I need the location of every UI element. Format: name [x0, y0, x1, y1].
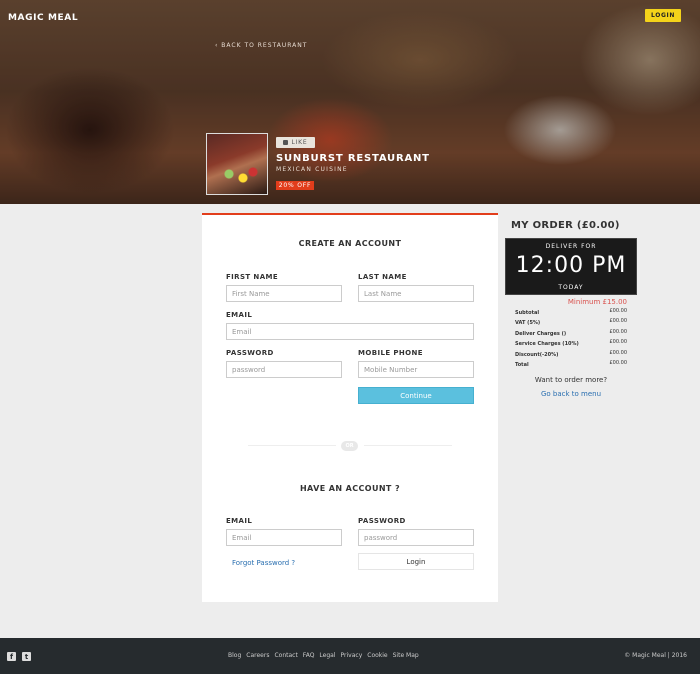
- create-account-title: CREATE AN ACCOUNT: [298, 239, 402, 248]
- totals-value: £00.00: [609, 318, 628, 325]
- password-label: PASSWORD: [226, 349, 274, 357]
- divider-line-left: [248, 445, 336, 446]
- footer-link-careers[interactable]: Careers: [246, 652, 269, 659]
- continue-button[interactable]: Continue: [358, 387, 474, 404]
- totals-row: Deliver Charges () £00.00: [515, 329, 627, 339]
- deliver-for-label: DELIVER FOR: [545, 243, 597, 250]
- first-name-label: FIRST NAME: [226, 273, 279, 281]
- my-order-title: MY ORDER (£0.00): [511, 220, 620, 231]
- login-email-field[interactable]: [226, 529, 342, 546]
- have-account-title: HAVE AN ACCOUNT ?: [299, 484, 401, 493]
- totals-label: Total: [515, 361, 529, 368]
- email-label: EMAIL: [226, 311, 253, 319]
- totals-label: Subtotal: [515, 310, 540, 316]
- twitter-icon[interactable]: t: [22, 652, 31, 661]
- want-more-text: Want to order more?: [534, 376, 608, 384]
- restaurant-name: SUNBURST RESTAURANT: [276, 153, 430, 164]
- totals-row: Discount(-20%) £00.00: [515, 350, 627, 360]
- footer-links: Blog Careers Contact FAQ Legal Privacy C…: [228, 652, 419, 659]
- minimum-order: Minimum £15.00: [567, 298, 627, 306]
- go-back-to-menu-link[interactable]: Go back to menu: [505, 390, 637, 398]
- login-button[interactable]: LOGIN: [645, 9, 681, 22]
- login-email-label: EMAIL: [226, 517, 253, 525]
- restaurant-cuisine: MEXICAN CUISINE: [276, 166, 348, 173]
- totals-label: VAT (5%): [515, 320, 541, 327]
- mobile-phone-field[interactable]: [358, 361, 474, 378]
- or-divider: OR: [341, 441, 358, 451]
- totals-value: £00.00: [609, 328, 628, 335]
- delivery-time-box[interactable]: DELIVER FOR 12:00 PM TODAY: [505, 238, 637, 295]
- hero-banner: [0, 0, 700, 204]
- discount-badge: 20% OFF: [276, 181, 314, 190]
- totals-row: Service Charges (10%) £00.00: [515, 339, 627, 349]
- brand-logo[interactable]: MAGIC MEAL: [8, 13, 78, 23]
- restaurant-image: [206, 133, 268, 195]
- thumbs-up-icon: [283, 140, 289, 145]
- footer-link-privacy[interactable]: Privacy: [341, 652, 363, 659]
- order-totals: Subtotal £00.00 VAT (5%) £00.00 Deliver Ch…: [515, 308, 627, 370]
- first-name-field[interactable]: [226, 285, 342, 302]
- account-card: CREATE AN ACCOUNT FIRST NAME LAST NAME E…: [202, 213, 498, 602]
- totals-label: Service Charges (10%): [515, 341, 579, 348]
- footer-link-blog[interactable]: Blog: [228, 652, 241, 659]
- totals-value: £00.00: [609, 349, 628, 356]
- back-to-restaurant-link[interactable]: ‹ BACK TO RESTAURANT: [215, 42, 307, 49]
- totals-label: Deliver Charges (): [515, 330, 567, 337]
- footer: f t Blog Careers Contact FAQ Legal Priva…: [0, 638, 700, 674]
- totals-label: Discount(-20%): [515, 351, 559, 358]
- totals-row: VAT (5%) £00.00: [515, 318, 627, 328]
- totals-row: Subtotal £00.00: [515, 308, 627, 318]
- forgot-password-link[interactable]: Forgot Password ?: [232, 559, 295, 567]
- footer-link-cookie[interactable]: Cookie: [367, 652, 387, 659]
- totals-value: £00.00: [609, 308, 628, 314]
- like-label: LIKE: [291, 139, 308, 146]
- totals-value: £00.00: [609, 339, 628, 346]
- login-password-field[interactable]: [358, 529, 474, 546]
- totals-row: Total £00.00: [515, 360, 627, 370]
- mobile-phone-label: MOBILE PHONE: [358, 349, 423, 357]
- login-password-label: PASSWORD: [358, 517, 406, 525]
- totals-value: £00.00: [609, 359, 628, 366]
- password-field[interactable]: [226, 361, 342, 378]
- footer-link-legal[interactable]: Legal: [319, 652, 335, 659]
- login-submit-button[interactable]: Login: [358, 553, 474, 570]
- delivery-time: 12:00 PM: [515, 253, 627, 278]
- last-name-label: LAST NAME: [358, 273, 407, 281]
- delivery-day: TODAY: [558, 284, 584, 291]
- footer-link-faq[interactable]: FAQ: [303, 652, 315, 659]
- last-name-field[interactable]: [358, 285, 474, 302]
- facebook-icon[interactable]: f: [7, 652, 16, 661]
- email-field[interactable]: [226, 323, 474, 340]
- divider-line-right: [364, 445, 452, 446]
- footer-link-site-map[interactable]: Site Map: [393, 652, 419, 659]
- footer-link-contact[interactable]: Contact: [274, 652, 297, 659]
- copyright: © Magic Meal | 2016: [624, 652, 687, 659]
- like-button[interactable]: LIKE: [276, 137, 315, 148]
